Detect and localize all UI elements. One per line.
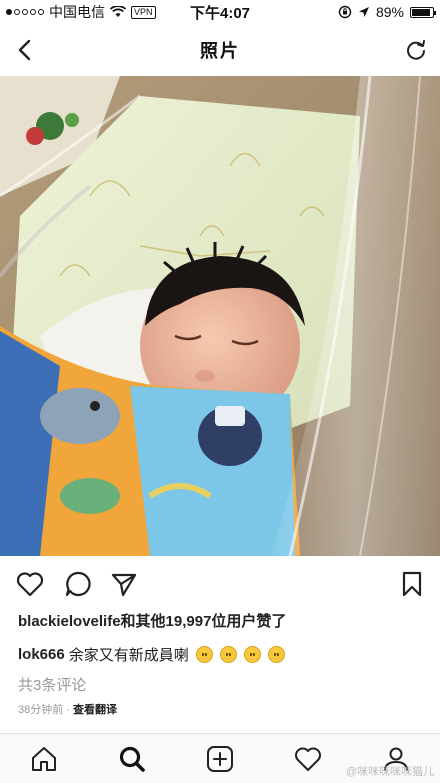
paper-plane-icon (111, 573, 137, 597)
status-right: 89% (338, 4, 436, 20)
location-icon (358, 7, 369, 17)
carrier-label: 中国电信 (49, 4, 105, 20)
post-time: 38分钟前 (18, 704, 64, 716)
status-bar: 中国电信 VPN 下午4:07 89% (0, 0, 440, 24)
bookmark-icon (402, 571, 422, 597)
heart-icon (295, 747, 321, 771)
see-translation-link[interactable]: 查看翻译 (73, 704, 117, 716)
vpn-badge: VPN (131, 5, 156, 19)
orientation-lock-icon (338, 5, 352, 19)
post-actions (0, 564, 440, 604)
post-photo[interactable] (0, 76, 440, 556)
bookmark-button[interactable] (396, 568, 428, 600)
upside-down-emoji-icon (219, 646, 237, 663)
post-meta: 38分钟前 · 查看翻译 (18, 701, 117, 717)
tab-activity[interactable] (292, 743, 324, 775)
likes-summary[interactable]: blackielovelife和其他19,997位用户赞了 (18, 610, 286, 631)
page-title: 照片 (200, 41, 240, 61)
status-left: 中国电信 VPN (6, 2, 338, 22)
smile-emoji-icon (243, 646, 261, 663)
comment-button[interactable] (62, 568, 94, 600)
home-icon (32, 747, 56, 771)
meta-separator: · (66, 704, 70, 716)
tab-search[interactable] (116, 743, 148, 775)
refresh-icon (407, 40, 425, 60)
chevron-left-icon (18, 39, 31, 61)
bottom-tab-bar: @咪咪咪咪咪猫儿 (0, 733, 440, 783)
comment-username[interactable]: lok666 (18, 646, 65, 663)
weibo-watermark: @咪咪咪咪咪猫儿 (345, 766, 434, 778)
signal-icon (6, 9, 44, 15)
share-button[interactable] (108, 568, 140, 600)
heart-icon (16, 572, 44, 597)
tab-home[interactable] (28, 743, 60, 775)
refresh-button[interactable] (402, 36, 430, 64)
smile-emoji-icon (195, 646, 213, 663)
newborn-baby-photo (0, 76, 440, 556)
add-post-icon (207, 746, 233, 772)
battery-icon (410, 6, 436, 18)
speech-bubble-icon (65, 571, 91, 597)
navigation-bar: 照片 (0, 24, 440, 76)
wifi-icon (110, 6, 126, 17)
tab-new-post[interactable] (204, 743, 236, 775)
comment-text: 余家又有新成員喇 (68, 647, 189, 664)
search-icon (119, 746, 145, 772)
like-button[interactable] (14, 568, 46, 600)
comment-row: lok666 余家又有新成員喇 (18, 644, 285, 665)
battery-percent: 89% (375, 4, 404, 20)
upside-down-emoji-icon (267, 646, 285, 663)
back-button[interactable] (10, 36, 38, 64)
view-comments-link[interactable]: 共3条评论 (18, 674, 86, 695)
